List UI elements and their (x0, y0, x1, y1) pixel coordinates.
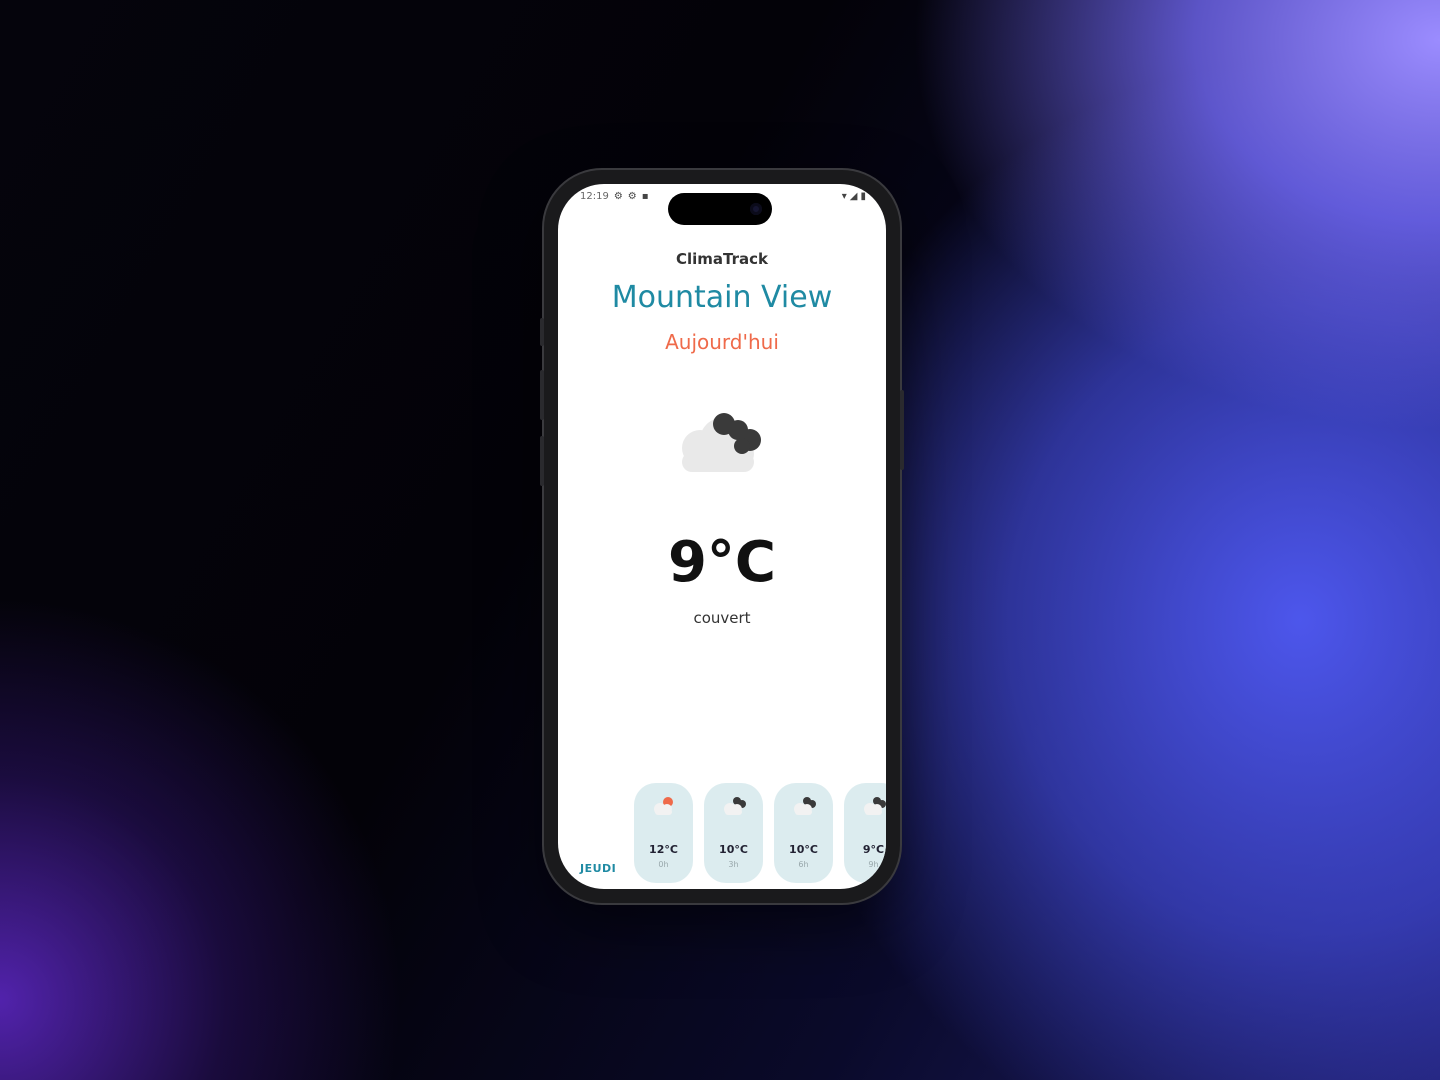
signal-icon: ◢ (849, 191, 858, 202)
forecast-time: 6h (798, 860, 809, 869)
settings-status-icon: ⚙ (613, 191, 623, 202)
cloudy-icon (864, 797, 886, 815)
forecast-time: 3h (728, 860, 739, 869)
power-button (900, 390, 904, 470)
forecast-temperature: 10°C (789, 843, 818, 856)
volume-down-button (540, 436, 544, 486)
app-screen: 12:19 ⚙ ⚙ ▪ ▾ ◢ ▮ ClimaTrack Mountain Vi… (558, 184, 886, 889)
forecast-day-tab[interactable]: JEUDI (580, 862, 616, 875)
forecast-card[interactable]: 10°C 6h (774, 783, 833, 883)
overcast-cloud-icon (682, 413, 761, 472)
forecast-time: 9h (868, 860, 879, 869)
camera-icon (750, 203, 762, 215)
hourly-forecast-list[interactable]: 12°C 0h 10°C 3h 10°C 6h 9°C 9h (634, 783, 886, 883)
forecast-time: 0h (658, 860, 669, 869)
phone-frame: 12:19 ⚙ ⚙ ▪ ▾ ◢ ▮ ClimaTrack Mountain Vi… (540, 170, 904, 903)
status-bar-right: ▾ ◢ ▮ (842, 191, 866, 202)
cloudy-icon (724, 797, 746, 815)
forecast-temperature: 9°C (862, 843, 885, 856)
volume-up-button (540, 370, 544, 420)
cloudy-icon (794, 797, 816, 815)
forecast-card[interactable]: 10°C 3h (704, 783, 763, 883)
wifi-icon: ▾ (841, 191, 847, 202)
day-label: Aujourd'hui (665, 330, 779, 354)
status-time: 12:19 (580, 191, 609, 202)
status-bar-left: 12:19 ⚙ ⚙ ▪ (580, 191, 649, 202)
current-temperature: 9°C (667, 530, 777, 595)
weather-description: couvert (693, 609, 751, 627)
partly-cloudy-sun-icon (654, 797, 673, 815)
forecast-card[interactable]: 9°C 9h (844, 783, 886, 883)
forecast-temperature: 12°C (649, 843, 678, 856)
sd-card-status-icon: ▪ (641, 191, 649, 202)
battery-icon: ▮ (860, 191, 866, 202)
action-button (540, 318, 544, 346)
city-name: Mountain View (611, 280, 833, 315)
sync-status-icon: ⚙ (627, 191, 637, 202)
forecast-temperature: 10°C (719, 843, 748, 856)
forecast-card[interactable]: 12°C 0h (634, 783, 693, 883)
dynamic-island (668, 193, 772, 225)
app-title: ClimaTrack (675, 250, 768, 268)
